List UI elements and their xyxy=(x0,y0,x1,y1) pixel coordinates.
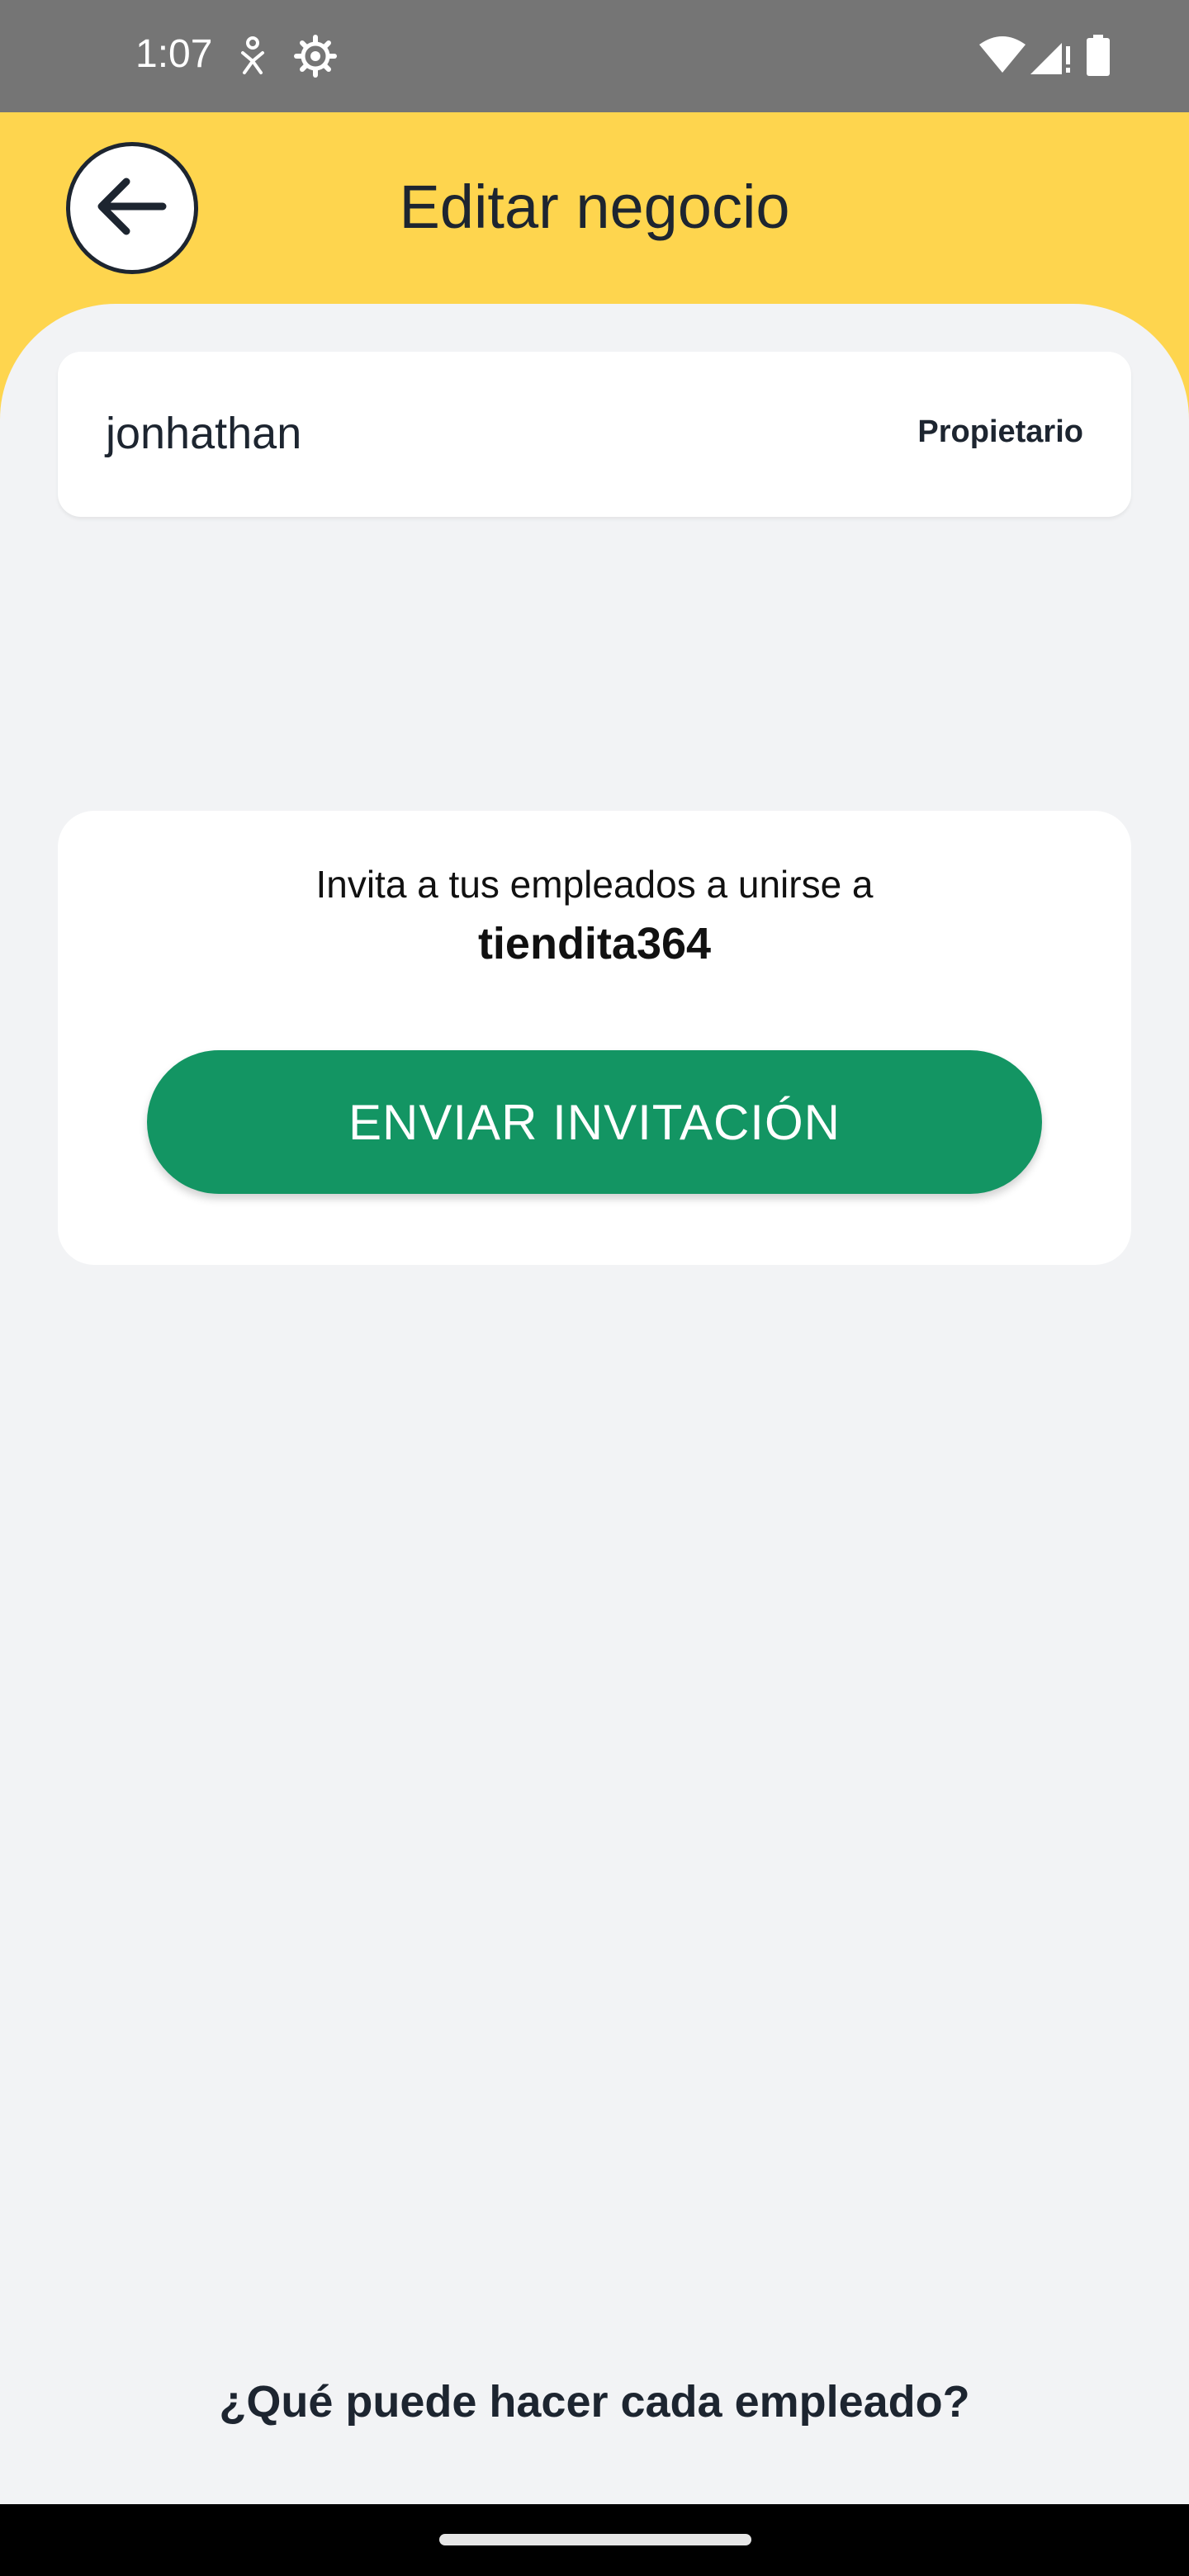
invite-text: Invita a tus empleados a unirse a xyxy=(315,863,874,906)
home-indicator[interactable] xyxy=(439,2534,751,2545)
wifi-icon xyxy=(979,36,1026,78)
signal-icon xyxy=(1030,36,1072,78)
content-area xyxy=(0,304,1189,2504)
employee-permissions-link[interactable]: ¿Qué puede hacer cada empleado? xyxy=(0,2376,1189,2427)
status-time: 1:07 xyxy=(135,32,213,76)
invite-card: Invita a tus empleados a unirse a tiendi… xyxy=(58,811,1131,1265)
invite-business-name: tiendita364 xyxy=(477,919,712,968)
accessibility-icon xyxy=(239,36,266,80)
owner-role-badge: Propietario xyxy=(917,414,1083,449)
battery-icon xyxy=(1087,35,1110,80)
status-bar: 1:07 xyxy=(0,0,1189,112)
owner-name: jonhathan xyxy=(106,409,302,458)
settings-gear-icon xyxy=(294,35,337,82)
page-title: Editar negocio xyxy=(399,173,790,241)
owner-card[interactable]: jonhathan Propietario xyxy=(58,352,1131,517)
send-invitation-button[interactable]: ENVIAR INVITACIÓN xyxy=(147,1050,1042,1194)
